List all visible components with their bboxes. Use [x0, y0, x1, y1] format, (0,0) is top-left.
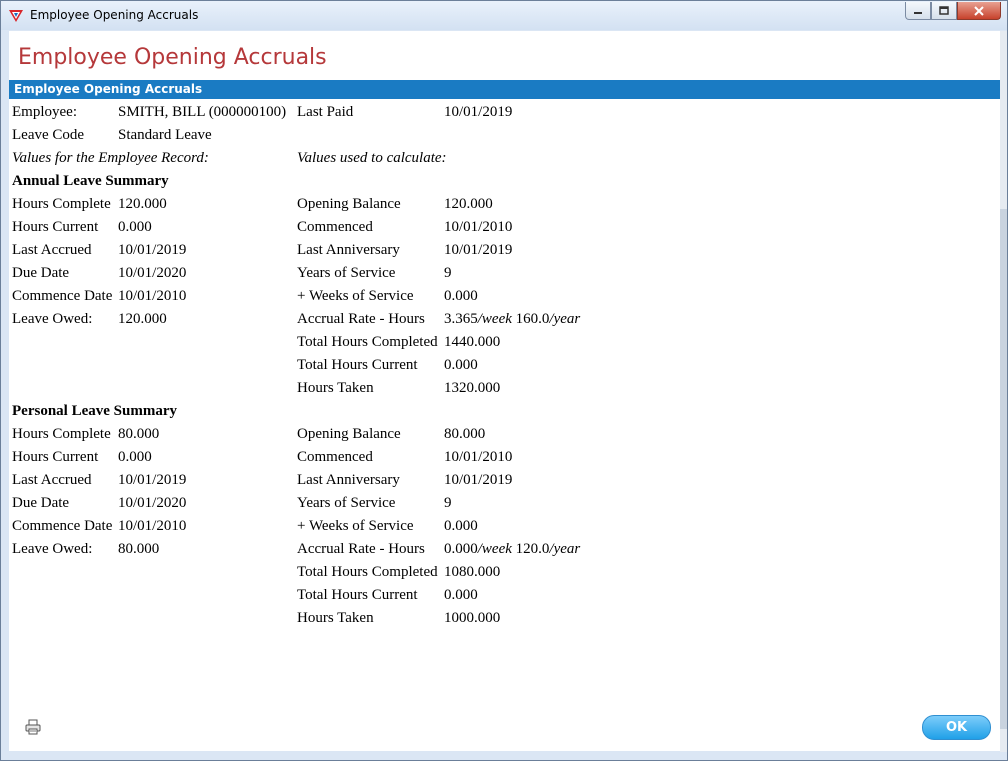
personal-last-anniversary-label: Last Anniversary	[297, 472, 400, 488]
annual-due-date-label: Due Date	[12, 265, 70, 281]
personal-due-date-label: Due Date	[12, 495, 70, 511]
annual-hours-current-label: Hours Current	[12, 219, 99, 235]
personal-total-hours-completed-label: Total Hours Completed	[297, 564, 438, 580]
annual-years-of-service-label: Years of Service	[297, 265, 396, 281]
window-controls	[905, 2, 1001, 21]
annual-rate-week: 3.365	[444, 311, 478, 327]
personal-commence-date-value: 10/01/2010	[118, 518, 187, 534]
personal-total-hours-current-value: 0.000	[444, 587, 478, 603]
annual-leave-owed-label: Leave Owed:	[12, 311, 93, 327]
leave-code-label: Leave Code	[12, 127, 85, 143]
last-paid-label: Last Paid	[297, 104, 354, 120]
annual-leave-owed-value: 120.000	[118, 311, 167, 327]
annual-hours-complete-label: Hours Complete	[12, 196, 111, 212]
personal-rate-year: 120.0	[515, 541, 550, 557]
personal-opening-balance-label: Opening Balance	[297, 426, 401, 442]
personal-weeks-of-service-label: + Weeks of Service	[297, 518, 414, 534]
personal-accrual-rate-value: 0.000/week 120.0/year	[444, 540, 580, 558]
annual-hours-current-value: 0.000	[118, 219, 152, 235]
personal-hours-taken-label: Hours Taken	[297, 610, 374, 626]
annual-hours-taken-value: 1320.000	[444, 380, 501, 396]
personal-hours-complete-value: 80.000	[118, 426, 160, 442]
ok-button[interactable]: OK	[922, 715, 991, 740]
personal-leave-owed-label: Leave Owed:	[12, 541, 93, 557]
personal-last-anniversary-value: 10/01/2019	[444, 472, 513, 488]
annual-accrual-rate-label: Accrual Rate - Hours	[297, 311, 425, 327]
personal-hours-taken-value: 1000.000	[444, 610, 501, 626]
annual-rate-year: 160.0	[515, 311, 550, 327]
employee-label: Employee:	[12, 104, 77, 120]
leave-code-value: Standard Leave	[118, 127, 212, 143]
minimize-button[interactable]	[905, 2, 931, 20]
scrollbar-thumb[interactable]	[1000, 209, 1007, 729]
window-title: Employee Opening Accruals	[30, 8, 199, 22]
printer-icon[interactable]	[25, 719, 41, 735]
employee-record-note: Values for the Employee Record:	[12, 150, 209, 166]
annual-total-hours-current-value: 0.000	[444, 357, 478, 373]
app-logo-icon	[9, 10, 23, 22]
annual-rate-year-unit: /year	[549, 311, 581, 327]
personal-years-of-service-label: Years of Service	[297, 495, 396, 511]
annual-last-anniversary-value: 10/01/2019	[444, 242, 513, 258]
personal-rate-year-unit: /year	[549, 541, 581, 557]
annual-rate-week-unit: /week	[477, 311, 512, 327]
dialog-content: Employee Opening Accruals Employee Openi…	[9, 31, 1000, 751]
annual-last-anniversary-label: Last Anniversary	[297, 242, 400, 258]
personal-rate-week-unit: /week	[477, 541, 512, 557]
personal-last-accrued-label: Last Accrued	[12, 472, 92, 488]
annual-years-of-service-value: 9	[444, 265, 452, 281]
personal-hours-current-value: 0.000	[118, 449, 152, 465]
personal-leave-owed-value: 80.000	[118, 541, 160, 557]
annual-total-hours-completed-label: Total Hours Completed	[297, 334, 438, 350]
personal-due-date-value: 10/01/2020	[118, 495, 187, 511]
annual-commence-date-label: Commence Date	[12, 288, 113, 304]
personal-years-of-service-value: 9	[444, 495, 452, 511]
personal-commenced-value: 10/01/2010	[444, 449, 513, 465]
annual-weeks-of-service-value: 0.000	[444, 288, 478, 304]
title-bar[interactable]: Employee Opening Accruals	[1, 1, 1007, 30]
page-title: Employee Opening Accruals	[18, 45, 327, 70]
personal-total-hours-current-label: Total Hours Current	[297, 587, 418, 603]
personal-weeks-of-service-value: 0.000	[444, 518, 478, 534]
close-button[interactable]	[957, 2, 1001, 20]
annual-last-accrued-value: 10/01/2019	[118, 242, 187, 258]
close-icon	[974, 5, 984, 16]
personal-last-accrued-value: 10/01/2019	[118, 472, 187, 488]
annual-commence-date-value: 10/01/2010	[118, 288, 187, 304]
calculation-note: Values used to calculate:	[297, 150, 447, 166]
annual-commenced-label: Commenced	[297, 219, 373, 235]
annual-total-hours-completed-value: 1440.000	[444, 334, 501, 350]
annual-due-date-value: 10/01/2020	[118, 265, 187, 281]
personal-leave-heading: Personal Leave Summary	[12, 403, 177, 419]
annual-opening-balance-label: Opening Balance	[297, 196, 401, 212]
annual-hours-complete-value: 120.000	[118, 196, 167, 212]
personal-opening-balance-value: 80.000	[444, 426, 486, 442]
annual-weeks-of-service-label: + Weeks of Service	[297, 288, 414, 304]
personal-hours-complete-label: Hours Complete	[12, 426, 111, 442]
last-paid-value: 10/01/2019	[444, 104, 513, 120]
personal-commenced-label: Commenced	[297, 449, 373, 465]
personal-commence-date-label: Commence Date	[12, 518, 113, 534]
annual-last-accrued-label: Last Accrued	[12, 242, 92, 258]
maximize-button[interactable]	[931, 2, 957, 20]
personal-total-hours-completed-value: 1080.000	[444, 564, 501, 580]
annual-total-hours-current-label: Total Hours Current	[297, 357, 418, 373]
app-window: Employee Opening Accruals Employee Openi…	[0, 0, 1008, 761]
employee-value: SMITH, BILL (000000100)	[118, 104, 287, 120]
annual-leave-heading: Annual Leave Summary	[12, 173, 169, 189]
minimize-icon	[914, 11, 922, 14]
annual-commenced-value: 10/01/2010	[444, 219, 513, 235]
annual-accrual-rate-value: 3.365/week 160.0/year	[444, 310, 580, 328]
annual-hours-taken-label: Hours Taken	[297, 380, 374, 396]
personal-hours-current-label: Hours Current	[12, 449, 99, 465]
maximize-icon	[939, 6, 949, 15]
section-header: Employee Opening Accruals	[9, 80, 1000, 99]
personal-rate-week: 0.000	[444, 541, 478, 557]
annual-opening-balance-value: 120.000	[444, 196, 493, 212]
personal-accrual-rate-label: Accrual Rate - Hours	[297, 541, 425, 557]
